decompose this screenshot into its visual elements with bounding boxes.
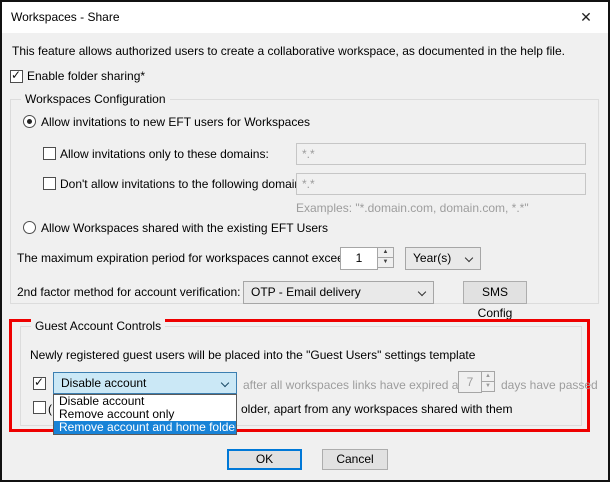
radio-new-eft-users-label: Allow invitations to new EFT users for W… — [41, 115, 310, 129]
allow-domains-label: Allow invitations only to these domains: — [60, 147, 269, 161]
deny-domains-checkbox[interactable] — [43, 177, 56, 190]
enable-folder-sharing-label: Enable folder sharing* — [27, 69, 145, 83]
second-factor-value: OTP - Email delivery — [251, 285, 361, 299]
enable-folder-sharing-checkbox[interactable]: ✓ — [10, 70, 23, 83]
close-icon[interactable]: ✕ — [566, 2, 606, 32]
radio-existing-eft-users-label: Allow Workspaces shared with the existin… — [41, 221, 328, 235]
dropdown-option-remove-account-and-home-folder[interactable]: Remove account and home folder — [54, 421, 236, 434]
spinner-down-icon[interactable]: ▼ — [481, 381, 495, 392]
workspaces-configuration-title: Workspaces Configuration — [21, 92, 170, 106]
guest-template-note: Newly registered guest users will be pla… — [30, 348, 475, 362]
expiration-unit-dropdown[interactable]: Year(s) — [405, 247, 481, 270]
guest-action-dropdown[interactable]: Disable account — [53, 372, 237, 394]
expiration-value-spinner[interactable]: 1 — [340, 247, 378, 270]
expiration-unit-value: Year(s) — [413, 251, 451, 265]
chevron-down-icon — [221, 379, 229, 387]
days-passed-text: days have passed — [501, 378, 598, 392]
guest-action-selected-value: Disable account — [61, 376, 146, 390]
allow-domains-input[interactable] — [296, 143, 586, 165]
dropdown-option-remove-account-only[interactable]: Remove account only — [54, 408, 236, 421]
guest-account-controls-title: Guest Account Controls — [31, 319, 165, 333]
check-icon: ✓ — [34, 375, 44, 389]
feature-description: This feature allows authorized users to … — [12, 44, 565, 58]
expired-condition-text: after all workspaces links have expired … — [243, 378, 472, 392]
allow-domains-checkbox[interactable] — [43, 147, 56, 160]
radio-new-eft-users[interactable] — [23, 115, 36, 128]
guest-home-folder-checkbox[interactable] — [33, 401, 46, 414]
second-factor-dropdown[interactable]: OTP - Email delivery — [243, 281, 434, 304]
days-value-spinner[interactable]: 7 — [458, 371, 482, 393]
domains-examples-hint: Examples: "*.domain.com, domain.com, *.*… — [296, 201, 529, 215]
chevron-down-icon — [418, 288, 426, 296]
guest-action-dropdown-list: Disable account Remove account only Remo… — [53, 394, 237, 435]
guest-action-checkbox[interactable]: ✓ — [33, 377, 46, 390]
check-icon: ✓ — [11, 68, 21, 82]
ok-button[interactable]: OK — [227, 449, 302, 470]
dialog-window: Workspaces - Share ✕ This feature allows… — [0, 0, 610, 482]
dropdown-option-disable-account[interactable]: Disable account — [54, 395, 236, 408]
sms-config-button[interactable]: SMS Config — [463, 281, 527, 304]
expiration-spinner-buttons: ▲ ▼ — [377, 247, 394, 268]
spinner-down-icon[interactable]: ▼ — [377, 257, 394, 268]
title-bar: Workspaces - Share ✕ — [2, 2, 608, 33]
second-factor-label: 2nd factor method for account verificati… — [17, 285, 240, 299]
hidden-label-fragment-left: ( — [48, 402, 52, 416]
cancel-button[interactable]: Cancel — [322, 449, 388, 470]
workspaces-configuration-group: Workspaces Configuration Allow invitatio… — [10, 99, 599, 304]
deny-domains-label: Don't allow invitations to the following… — [60, 177, 310, 191]
dialog-title: Workspaces - Share — [11, 10, 120, 24]
expiration-label: The maximum expiration period for worksp… — [17, 251, 354, 265]
deny-domains-input[interactable] — [296, 173, 586, 195]
days-spinner-buttons: ▲ ▼ — [481, 371, 495, 392]
radio-existing-eft-users[interactable] — [23, 221, 36, 234]
chevron-down-icon — [465, 254, 473, 262]
hidden-label-fragment-right: older, apart from any workspaces shared … — [241, 402, 512, 416]
